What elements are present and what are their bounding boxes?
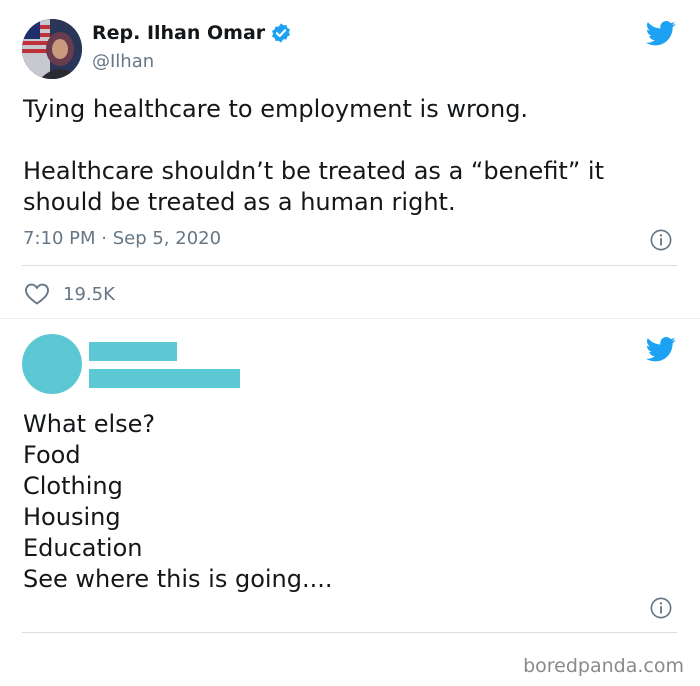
- author-name[interactable]: Rep. Ilhan Omar: [92, 22, 265, 44]
- avatar-image: [22, 19, 82, 79]
- watermark: boredpanda.com: [523, 655, 684, 677]
- tweet-timestamp[interactable]: 7:10 PM · Sep 5, 2020: [23, 228, 221, 249]
- redacted-handle: [89, 369, 240, 388]
- twitter-bird-icon[interactable]: [646, 337, 676, 362]
- reply-tweet-text: What else? Food Clothing Housing Educati…: [23, 410, 333, 593]
- like-count: 19.5K: [63, 283, 115, 305]
- like-action[interactable]: 19.5K: [24, 282, 115, 306]
- info-icon[interactable]: [650, 597, 672, 619]
- author-avatar[interactable]: [22, 19, 82, 79]
- divider: [22, 632, 677, 633]
- twitter-bird-icon[interactable]: [646, 21, 676, 46]
- redacted-avatar: [22, 334, 82, 394]
- author-name-row[interactable]: Rep. Ilhan Omar: [92, 22, 292, 44]
- verified-badge-icon: [272, 23, 291, 43]
- heart-icon[interactable]: [24, 282, 50, 306]
- info-icon[interactable]: [650, 229, 672, 251]
- redacted-name: [89, 342, 177, 361]
- tweet-card-omar: Rep. Ilhan Omar @Ilhan Tying healthcare …: [0, 0, 700, 318]
- divider: [22, 265, 677, 266]
- tweet-text: Tying healthcare to employment is wrong.…: [23, 95, 604, 216]
- author-handle[interactable]: @Ilhan: [92, 51, 154, 72]
